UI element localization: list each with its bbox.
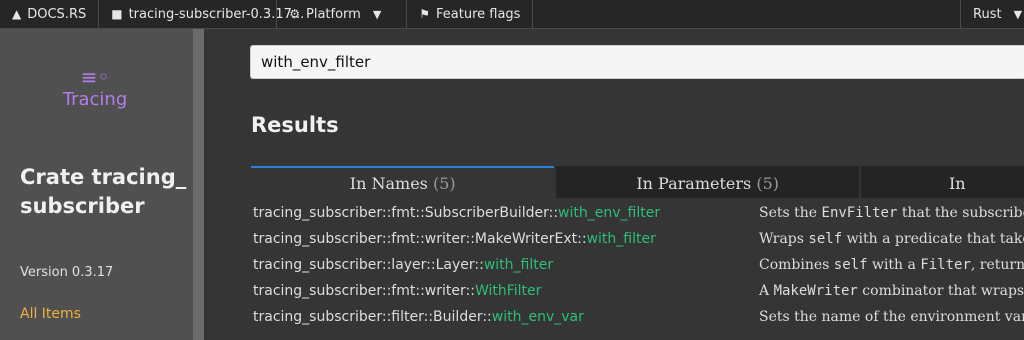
caret-down-icon: ▼ (372, 7, 382, 21)
result-row[interactable]: tracing_subscriber::fmt::writer::MakeWri… (0, 228, 1024, 254)
tab-count: (5) (432, 174, 456, 193)
flag-icon: ⚑ (419, 7, 430, 21)
result-row[interactable]: tracing_subscriber::layer::Layer::with_f… (0, 254, 1024, 280)
docs-rs-home-link[interactable]: ▲ DOCS.RS (0, 0, 100, 28)
results-heading: Results (251, 113, 339, 137)
feature-flags-link[interactable]: ⚑ Feature flags (407, 0, 534, 28)
tab-in-return-types[interactable]: In (860, 166, 1024, 198)
result-description: Sets the name of the environment variabl… (759, 309, 1024, 325)
result-row[interactable]: tracing_subscriber::fmt::SubscriberBuild… (0, 202, 1024, 228)
result-name: with_env_var (491, 309, 584, 325)
cubes-icon: ▲ (12, 7, 22, 21)
result-path[interactable]: tracing_subscriber::fmt::writer::MakeWri… (253, 231, 656, 247)
result-name: with_env_filter (558, 205, 661, 221)
feature-flags-label: Feature flags (436, 6, 521, 22)
result-path[interactable]: tracing_subscriber::layer::Layer::with_f… (253, 257, 553, 273)
top-navbar: ▲ DOCS.RS ■ tracing-subscriber-0.3.17...… (0, 0, 1024, 29)
result-path[interactable]: tracing_subscriber::fmt::SubscriberBuild… (253, 205, 660, 221)
result-row[interactable]: tracing_subscriber::fmt::writer::WithFil… (0, 280, 1024, 306)
result-path[interactable]: tracing_subscriber::fmt::writer::WithFil… (253, 283, 541, 299)
logo-text: Tracing (62, 89, 128, 110)
result-path-prefix: tracing_subscriber::fmt::writer:: (253, 283, 475, 299)
crate-menu[interactable]: ■ tracing-subscriber-0.3.17... (99, 0, 304, 28)
gears-icon: ⚙ (289, 7, 300, 21)
tab-label: In Parameters (636, 174, 752, 193)
results-tabs: In Names (5) In Parameters (5) In (251, 166, 1024, 198)
tracing-logo[interactable]: ≡◦ Tracing (60, 67, 130, 110)
platform-menu[interactable]: ⚙ Platform ▼ (277, 0, 408, 28)
caret-down-icon: ▼ (1013, 7, 1023, 21)
result-description: Combines self with a Filter, returns (759, 257, 1024, 273)
result-path-prefix: tracing_subscriber::layer::Layer:: (253, 257, 484, 273)
result-row[interactable]: tracing_subscriber::filter::Builder::wit… (0, 306, 1024, 332)
search-input[interactable] (250, 45, 1024, 79)
tracing-logo-icon: ≡◦ (80, 65, 110, 89)
result-name: WithFilter (474, 283, 542, 299)
result-description: A MakeWriter combinator that wraps (759, 283, 1024, 299)
result-name: with_filter (483, 257, 554, 273)
rust-menu-label: Rust (973, 6, 1002, 22)
tab-count: (5) (756, 174, 779, 193)
docs-rs-label: DOCS.RS (27, 6, 87, 22)
result-description: Wraps self with a predicate that takes (759, 231, 1024, 247)
result-name: with_filter (586, 231, 656, 247)
tab-label: In Names (349, 174, 428, 193)
tab-in-names[interactable]: In Names (5) (251, 166, 555, 198)
cube-icon: ■ (111, 7, 123, 21)
result-description: Sets the EnvFilter that the subscriber (759, 205, 1024, 221)
result-path[interactable]: tracing_subscriber::filter::Builder::wit… (253, 309, 584, 325)
result-path-prefix: tracing_subscriber::filter::Builder:: (253, 309, 492, 325)
results-list: tracing_subscriber::fmt::SubscriberBuild… (0, 202, 1024, 332)
tab-in-parameters[interactable]: In Parameters (5) (556, 166, 859, 198)
result-path-prefix: tracing_subscriber::fmt::writer::MakeWri… (253, 231, 587, 247)
result-path-prefix: tracing_subscriber::fmt::SubscriberBuild… (253, 205, 559, 221)
platform-menu-label: Platform (306, 6, 361, 22)
tab-label: In (948, 174, 966, 193)
rust-menu[interactable]: Rust ▼ (960, 0, 1024, 28)
